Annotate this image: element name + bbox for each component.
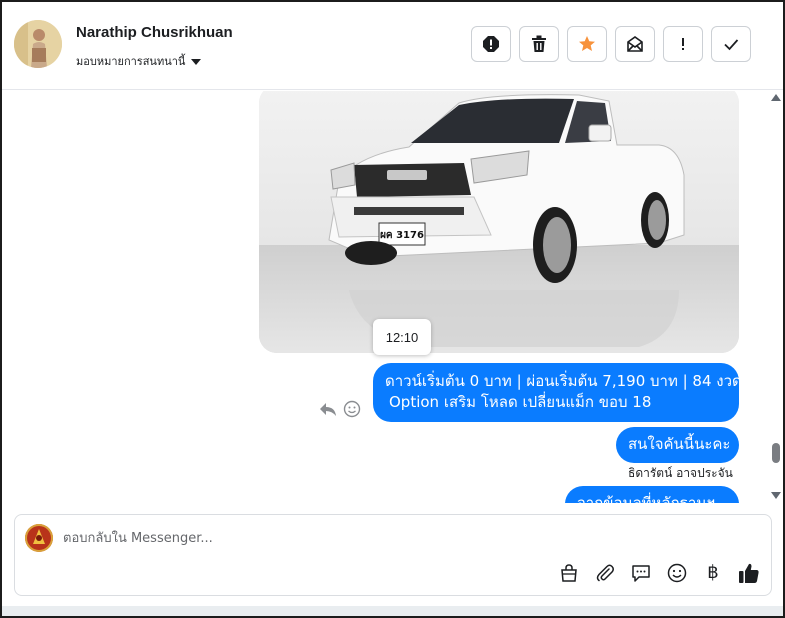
message-text-line: ดาวน์เริ่มต้น 0 บาท | ผ่อนเริ่มต้น 7,190…: [385, 372, 742, 390]
message-actions: [318, 399, 362, 419]
license-plate: ผค 3176: [380, 230, 424, 241]
page-avatar: [25, 524, 53, 552]
thumbs-up-icon: [739, 563, 759, 583]
reply-button[interactable]: [318, 399, 338, 419]
contact-name: Narathip Chusrikhuan: [76, 24, 233, 41]
shopping-bag-button[interactable]: [557, 561, 581, 585]
reply-icon: [320, 403, 336, 416]
message-bubble-offer[interactable]: ดาวน์เริ่มต้น 0 บาท | ผ่อนเริ่มต้น 7,190…: [373, 363, 742, 422]
saved-reply-icon: [632, 565, 650, 582]
header-actions: [471, 26, 751, 62]
delete-button[interactable]: [519, 26, 559, 62]
payment-button[interactable]: ฿: [701, 561, 725, 585]
react-button[interactable]: [342, 399, 362, 419]
message-text-line: Option เสริม โหลด เปลี่ยนแม็ก ขอบ 18: [389, 393, 652, 411]
attach-button[interactable]: [593, 561, 617, 585]
star-icon: [579, 36, 595, 51]
paperclip-icon: [596, 564, 614, 582]
reply-composer: ฿: [14, 514, 772, 596]
follow-up-button[interactable]: [663, 26, 703, 62]
reply-input[interactable]: [63, 527, 753, 549]
scrollbar-thumb[interactable]: [772, 443, 780, 463]
composer-toolbar: ฿: [557, 561, 761, 585]
message-bubble-partial[interactable]: จากข้อมูลที่หลักฐานฯ: [565, 486, 739, 503]
assign-conversation-dropdown[interactable]: มอบหมายการสนทนานี้: [76, 52, 202, 70]
check-icon: [724, 39, 739, 51]
exclamation-icon: [682, 38, 684, 50]
trash-icon: [532, 35, 546, 52]
scroll-down-arrow[interactable]: [771, 492, 781, 499]
saved-replies-button[interactable]: [629, 561, 653, 585]
messenger-inbox-window: Narathip Chusrikhuan มอบหมายการสนทนานี้: [0, 0, 785, 618]
message-bubble-interest[interactable]: สนใจคันนี้นะคะ: [616, 427, 739, 463]
sender-name: ธิดารัตน์ อาจประจัน: [628, 466, 733, 480]
message-text: สนใจคันนี้นะคะ: [628, 435, 731, 453]
envelope-icon: [627, 36, 643, 52]
shopping-bag-icon: [561, 564, 577, 582]
bottom-edge: [2, 606, 783, 616]
baht-icon: ฿: [707, 562, 719, 583]
star-button[interactable]: [567, 26, 607, 62]
message-timestamp: 12:10: [373, 319, 431, 355]
conversation-header: Narathip Chusrikhuan มอบหมายการสนทนานี้: [2, 2, 783, 90]
car-photo-attachment[interactable]: ผค 3176: [259, 91, 739, 353]
contact-avatar[interactable]: [14, 20, 62, 68]
emoji-icon: [667, 563, 687, 583]
chevron-down-icon: [191, 58, 202, 65]
message-thread: ผค 3176 12:10 ดาวน์เริ่มต้น 0 บาท | ผ่อน…: [2, 91, 783, 503]
assign-label: มอบหมายการสนทนานี้: [76, 55, 186, 68]
alert-circle-icon: [483, 36, 499, 52]
spam-button[interactable]: [471, 26, 511, 62]
message-text: จากข้อมูลที่หลักฐานฯ: [577, 494, 716, 503]
smiley-icon: [343, 400, 361, 418]
mark-unread-button[interactable]: [615, 26, 655, 62]
like-button[interactable]: [737, 561, 761, 585]
scroll-up-arrow[interactable]: [771, 94, 781, 101]
done-button[interactable]: [711, 26, 751, 62]
emoji-button[interactable]: [665, 561, 689, 585]
